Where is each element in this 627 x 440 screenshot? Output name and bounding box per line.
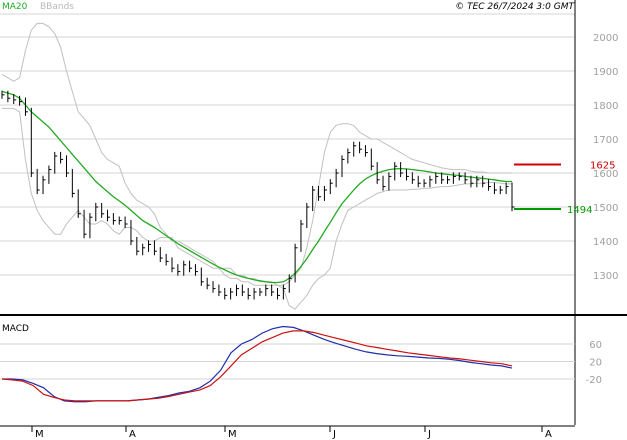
month-label: A	[129, 429, 136, 440]
month-label: M	[35, 429, 44, 440]
support-label: 1494	[567, 205, 592, 216]
month-label: M	[228, 429, 237, 440]
stock-chart: MA20 BBands © TEC 26/7/2024 3:0 GMT 1300…	[0, 0, 627, 440]
month-label: J	[332, 429, 336, 440]
chart-background	[0, 0, 627, 440]
macd-tick-label: -20	[586, 375, 602, 386]
price-tick-label: 1900	[593, 67, 618, 78]
copyright-text: © TEC 26/7/2024 3:0 GMT	[455, 2, 575, 12]
price-tick-label: 1300	[593, 271, 618, 282]
legend-bbands: BBands	[40, 2, 74, 12]
month-label: J	[427, 429, 431, 440]
macd-tick-label: 20	[589, 358, 602, 369]
legend-ma20: MA20	[2, 2, 28, 12]
macd-tick-label: 60	[589, 340, 602, 351]
price-tick-label: 1800	[593, 101, 618, 112]
price-tick-label: 2000	[593, 33, 618, 44]
macd-title: MACD	[2, 324, 29, 334]
resistance-label: 1625	[590, 161, 615, 172]
price-tick-label: 1400	[593, 237, 618, 248]
month-label: A	[545, 429, 552, 440]
price-tick-label: 1700	[593, 135, 618, 146]
price-tick-label: 1500	[593, 203, 618, 214]
